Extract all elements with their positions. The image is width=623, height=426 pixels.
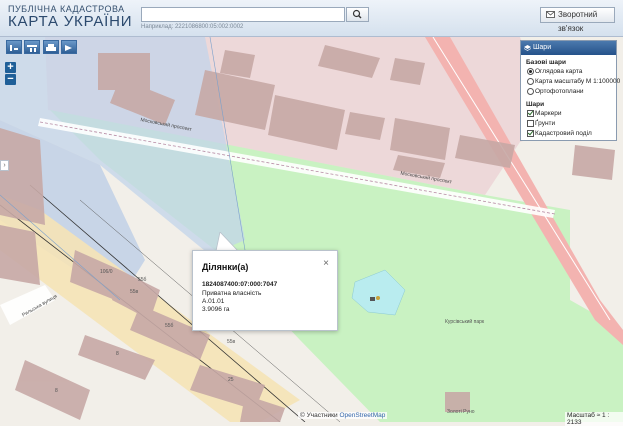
- base-layer-label: Ортофотоплани: [535, 88, 584, 95]
- top-header: ПУБЛІЧНА КАДАСТРОВА КАРТА УКРАЇНИ Наприк…: [0, 0, 623, 37]
- logo-line2: КАРТА УКРАЇНИ: [8, 13, 133, 30]
- layers-icon: [524, 45, 531, 51]
- plus-icon: +: [7, 61, 14, 73]
- search-button[interactable]: [346, 7, 369, 22]
- toolbar-share-button[interactable]: [61, 40, 77, 54]
- layer-cadastral[interactable]: Кадастровий поділ: [521, 129, 616, 139]
- marker-icon[interactable]: [369, 289, 383, 307]
- attribution-prefix: © Участники: [300, 412, 338, 419]
- ownership-type: Приватна власність: [202, 290, 262, 297]
- house-number: 55б: [138, 277, 147, 283]
- base-layers-section: Базові шари: [526, 59, 567, 66]
- layer-label: Ґрунти: [535, 120, 556, 127]
- magnifier-icon: [352, 9, 362, 19]
- layers-panel-header[interactable]: Шари: [521, 41, 616, 55]
- minus-icon: −: [7, 73, 14, 85]
- base-layer-overview[interactable]: Оглядова карта: [521, 67, 616, 77]
- parcel-area: 3.9096 га: [202, 306, 230, 313]
- base-layer-orthophoto[interactable]: Ортофотоплани: [521, 87, 616, 97]
- layer-label: Кадастровий поділ: [535, 130, 592, 137]
- purpose-code: А.01.01: [202, 298, 225, 305]
- toolbar-measure-button[interactable]: [24, 40, 40, 54]
- popup-title: Ділянки(а): [202, 262, 249, 272]
- zoom-in-button[interactable]: +: [5, 62, 16, 73]
- house-number: 8: [116, 351, 119, 357]
- layer-markers[interactable]: Маркери: [521, 109, 616, 119]
- base-layer-label: Карта масштабу М 1:100000: [535, 78, 621, 85]
- zoom-out-button[interactable]: −: [5, 74, 16, 85]
- house-number: 55б: [165, 323, 174, 329]
- close-icon[interactable]: ×: [323, 258, 329, 269]
- feedback-button[interactable]: Зворотний зв'язок: [540, 7, 615, 33]
- share-icon: [65, 45, 72, 51]
- info-icon: [10, 45, 18, 51]
- feedback-label: Зворотний зв'язок: [558, 10, 598, 33]
- house-number: 8: [55, 388, 58, 394]
- chevron-right-icon: ›: [3, 162, 6, 169]
- layer-soils[interactable]: Ґрунти: [521, 119, 616, 129]
- toolbar-print-button[interactable]: [43, 40, 59, 54]
- search-input[interactable]: [141, 7, 345, 22]
- cadastral-number[interactable]: 1824087400:07:000:7047: [202, 281, 277, 288]
- toolbar-info-button[interactable]: [6, 40, 22, 54]
- checkbox-checked-icon[interactable]: [527, 110, 534, 117]
- side-panel-toggle[interactable]: ›: [0, 160, 9, 171]
- popup-pointer: [215, 232, 239, 252]
- house-number: 106/0: [100, 269, 113, 275]
- checkbox-checked-icon[interactable]: [527, 130, 534, 137]
- map-attribution: © Участники OpenStreetMap: [298, 412, 388, 419]
- printer-icon: [46, 44, 56, 51]
- ruler-icon: [27, 45, 37, 52]
- mail-icon: [546, 11, 555, 18]
- park-label: Курсівський парк: [445, 319, 485, 325]
- base-layer-label: Оглядова карта: [535, 68, 583, 75]
- openstreetmap-link[interactable]: OpenStreetMap: [339, 412, 385, 419]
- overlay-layers-section: Шари: [526, 101, 545, 108]
- checkbox-icon[interactable]: [527, 120, 534, 127]
- house-number: 25: [228, 377, 234, 383]
- building-label: Золоті Руно: [447, 409, 475, 415]
- map-scale: Масштаб ≈ 1 : 2133: [565, 412, 623, 426]
- layers-panel-title: Шари: [533, 44, 552, 51]
- parcel-info-popup: Ділянки(а) × 1824087400:07:000:7047 Прив…: [192, 250, 338, 331]
- base-layer-scale-map[interactable]: Карта масштабу М 1:100000: [521, 77, 620, 87]
- layers-panel: Шари Базові шари Оглядова карта Карта ма…: [520, 40, 620, 141]
- house-number: 55в: [227, 339, 236, 345]
- radio-selected-icon[interactable]: [527, 68, 534, 75]
- radio-icon[interactable]: [527, 78, 534, 85]
- radio-icon[interactable]: [527, 88, 534, 95]
- layer-label: Маркери: [535, 110, 562, 117]
- search-hint: Наприклад: 2221086800:05:002:0002: [141, 24, 244, 30]
- house-number: 55в: [130, 289, 139, 295]
